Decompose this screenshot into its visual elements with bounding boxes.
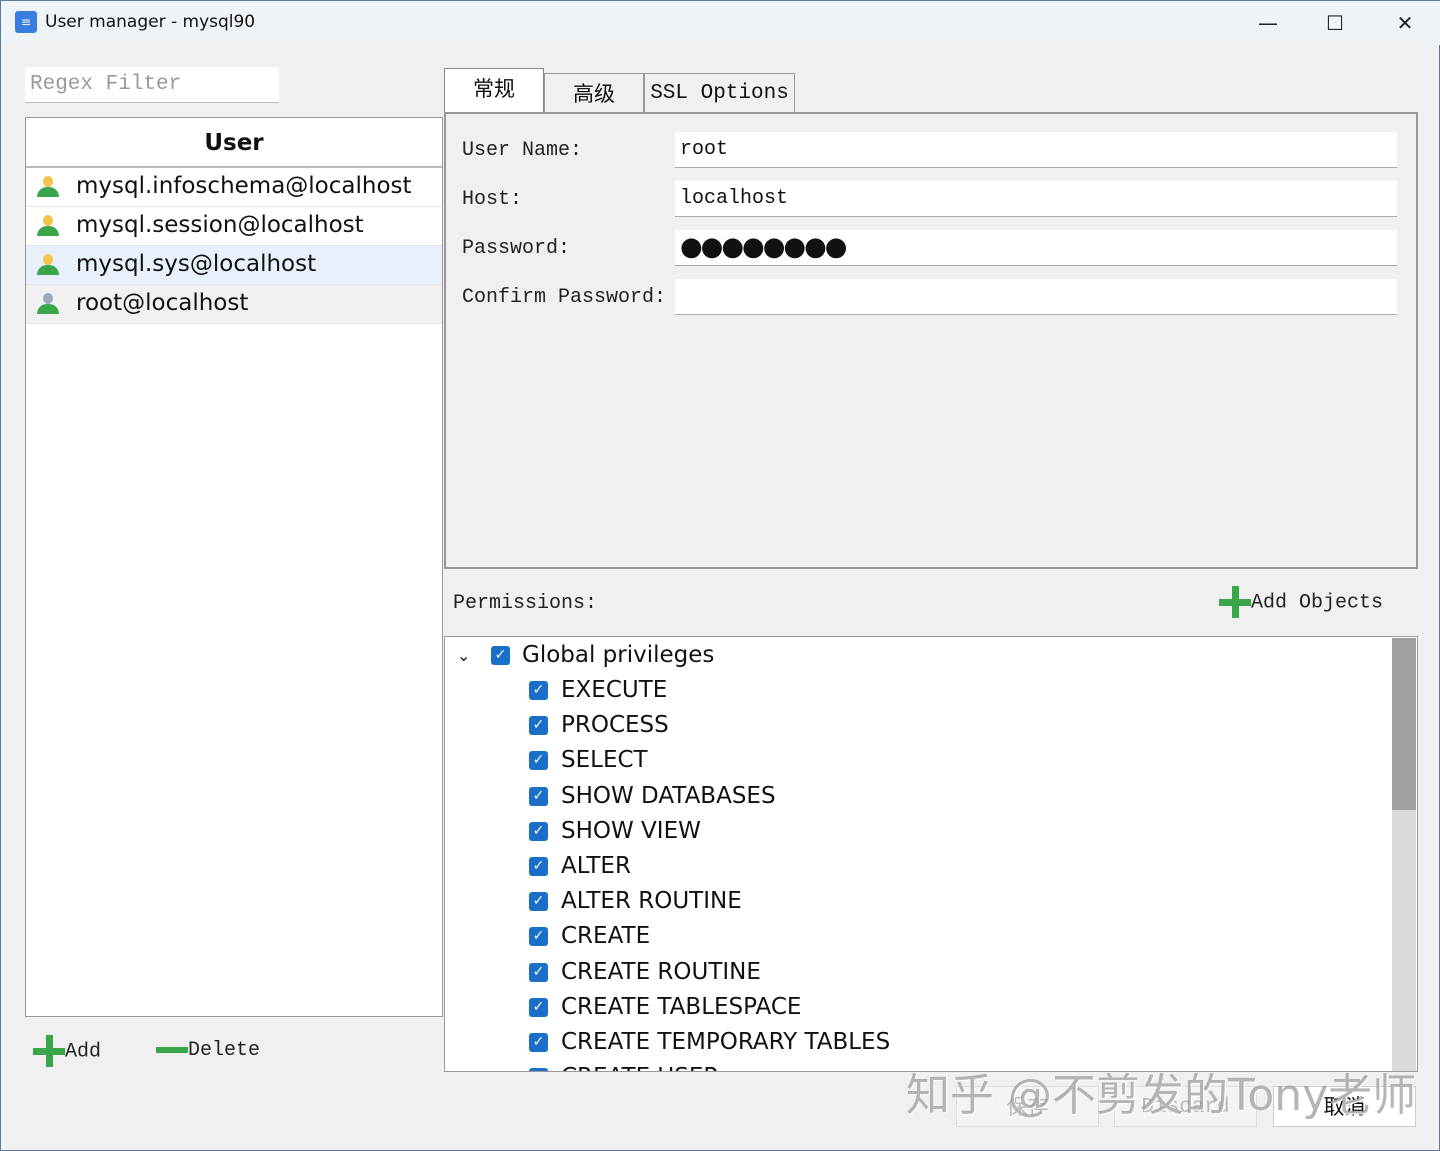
privilege-label: CREATE <box>561 923 651 950</box>
permissions-tree: ⌄ ✓ Global privileges ✓ EXECUTE ✓ PROCESS ✓ S… <box>444 636 1418 1072</box>
regex-filter-input[interactable]: Regex Filter <box>25 67 279 103</box>
user-label: mysql.infoschema@localhost <box>76 173 412 199</box>
privilege-label: EXECUTE <box>561 677 668 703</box>
user-row[interactable]: mysql.session@localhost <box>26 207 442 246</box>
permissions-label: Permissions: <box>453 592 598 615</box>
user-name-label: User Name: <box>462 139 583 162</box>
checkbox[interactable]: ✓ <box>529 927 548 947</box>
user-list: User mysql.infoschema@localhost mysql.se… <box>25 117 443 1017</box>
watermark: 知乎 @不剪发的Tony老师 <box>906 1070 1417 1121</box>
scrollbar-thumb[interactable] <box>1392 638 1416 810</box>
checkbox[interactable]: ✓ <box>529 857 548 876</box>
host-label: Host: <box>462 188 523 211</box>
checkbox[interactable]: ✓ <box>529 1033 548 1052</box>
user-icon <box>36 293 60 315</box>
delete-label: Delete <box>188 1039 261 1062</box>
user-column-header[interactable]: User <box>26 118 442 168</box>
tab-general[interactable]: 常规 <box>444 68 544 113</box>
user-label: mysql.sys@localhost <box>76 251 317 277</box>
tab-ssl-options[interactable]: SSL Options <box>644 73 795 113</box>
checkbox[interactable]: ✓ <box>529 681 548 700</box>
app-icon: ≡ <box>15 11 37 33</box>
window-title: User manager - mysql90 <box>45 12 256 32</box>
user-row[interactable]: mysql.sys@localhost <box>26 246 442 285</box>
privilege-label: PROCESS <box>561 712 669 739</box>
privilege-label: ALTER ROUTINE <box>561 888 742 915</box>
delete-user-button[interactable]: Delete <box>156 1039 260 1062</box>
user-name-input[interactable]: root <box>675 132 1397 168</box>
privilege-label: CREATE USER <box>561 1060 719 1071</box>
add-label: Add <box>65 1040 102 1064</box>
confirm-password-label: Confirm Password: <box>462 286 667 309</box>
checkbox[interactable]: ✓ <box>529 716 548 736</box>
host-input[interactable]: localhost <box>675 181 1397 217</box>
checkbox[interactable]: ✓ <box>529 786 548 806</box>
checkbox[interactable]: ✓ <box>529 1068 548 1071</box>
checkbox[interactable]: ✓ <box>529 997 548 1017</box>
privilege-label: ALTER <box>561 853 631 879</box>
minimize-button[interactable]: — <box>1248 7 1288 39</box>
user-icon <box>36 215 60 237</box>
checkbox[interactable]: ✓ <box>529 821 548 841</box>
privilege-label: CREATE ROUTINE <box>561 958 761 985</box>
checkbox[interactable]: ✓ <box>529 962 548 982</box>
privilege-label: CREATE TEMPORARY TABLES <box>561 1029 891 1055</box>
add-objects-label: Add Objects <box>1251 591 1384 615</box>
tab-advanced[interactable]: 高级 <box>544 73 644 113</box>
group-label: Global privileges <box>522 642 715 668</box>
user-icon <box>36 176 60 198</box>
checkbox[interactable]: ✓ <box>529 892 548 912</box>
plus-icon <box>33 1035 65 1067</box>
user-icon <box>36 254 60 276</box>
privilege-label: SELECT <box>561 747 648 774</box>
chevron-down-icon[interactable]: ⌄ <box>457 638 470 673</box>
confirm-password-input[interactable] <box>675 279 1397 315</box>
scrollbar[interactable] <box>1392 638 1416 1071</box>
user-row[interactable]: mysql.infoschema@localhost <box>26 168 442 207</box>
privilege-label: SHOW VIEW <box>561 817 701 844</box>
password-label: Password: <box>462 237 571 260</box>
checkbox[interactable]: ✓ <box>529 751 548 771</box>
close-button[interactable]: ✕ <box>1385 7 1425 39</box>
checkbox[interactable]: ✓ <box>491 646 510 665</box>
privilege-label: SHOW DATABASES <box>561 782 776 809</box>
add-user-button[interactable]: Add <box>33 1035 101 1067</box>
add-objects-button[interactable]: Add Objects <box>1219 586 1383 618</box>
user-label: root@localhost <box>76 290 249 316</box>
password-input[interactable]: ●●●●●●●● <box>675 230 1397 266</box>
maximize-button[interactable]: ☐ <box>1315 7 1355 39</box>
privilege-label: CREATE TABLESPACE <box>561 993 802 1020</box>
user-row[interactable]: root@localhost <box>26 285 442 324</box>
user-label: mysql.session@localhost <box>76 212 364 238</box>
minus-icon <box>156 1046 188 1053</box>
plus-icon <box>1219 586 1251 618</box>
